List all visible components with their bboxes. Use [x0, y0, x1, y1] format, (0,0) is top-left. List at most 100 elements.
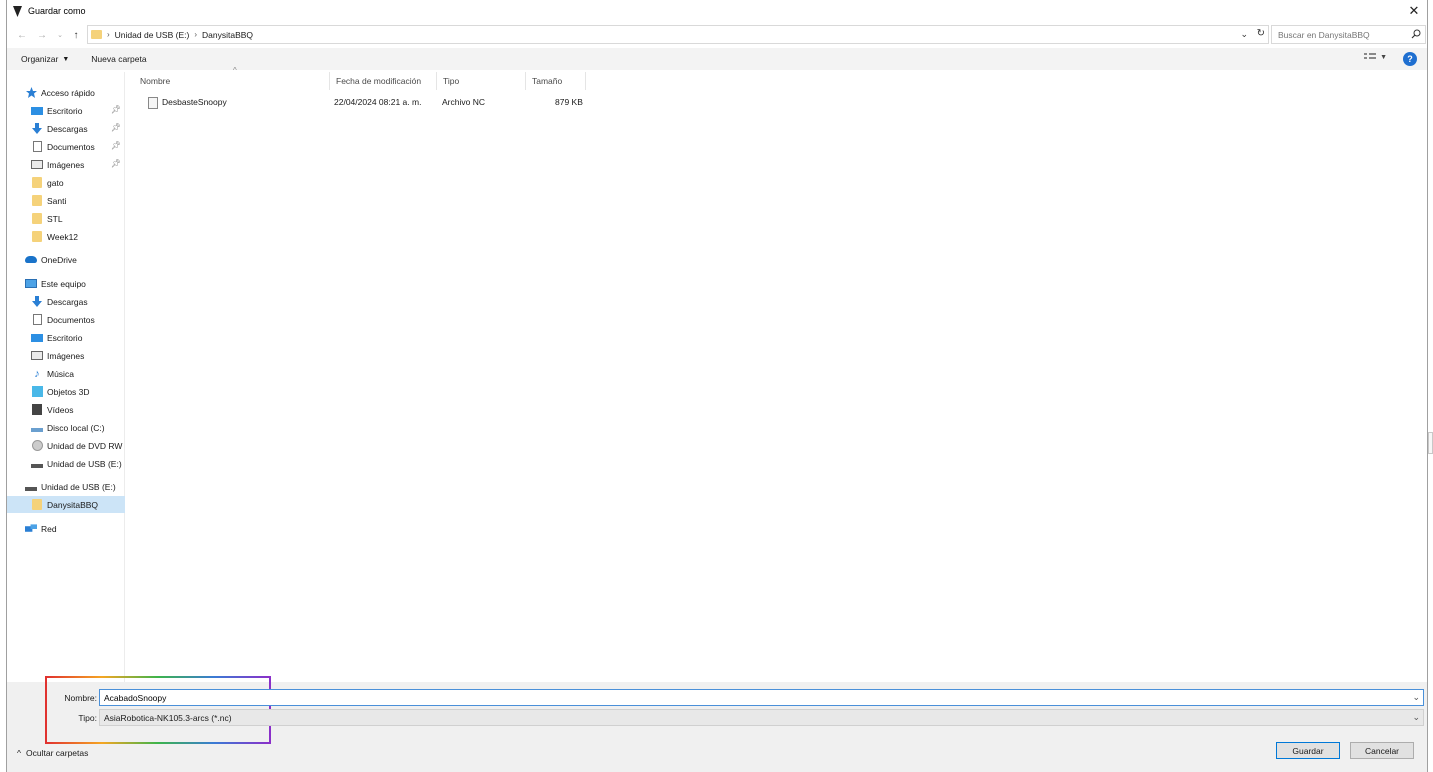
nav-quick-access[interactable]: Acceso rápido — [7, 84, 125, 101]
file-type-select[interactable]: AsiaRobotica-NK105.3-arcs (*.nc) ⌄ — [99, 709, 1424, 726]
organize-button[interactable]: Organizar ▼ — [7, 54, 69, 64]
nav-label: Unidad de DVD RW — [47, 440, 123, 451]
cancel-button[interactable]: Cancelar — [1350, 742, 1414, 759]
nav-usb-drive[interactable]: Unidad de USB (E:) — [7, 478, 125, 495]
chevron-down-icon[interactable]: ⌄ — [1412, 692, 1420, 703]
pictures-icon — [31, 159, 43, 170]
nav-label: Música — [47, 368, 74, 379]
nav-label: Documentos — [47, 141, 95, 152]
computer-icon — [25, 278, 37, 289]
folder-icon — [31, 177, 43, 188]
navigation-pane: Acceso rápido Escritorio 📌︎ Descargas 📌︎… — [7, 72, 125, 682]
window-edge — [1428, 0, 1433, 772]
address-dropdown-icon[interactable]: ⌄ — [1240, 29, 1248, 40]
column-header-size[interactable]: Tamaño — [526, 72, 586, 90]
nav-item-descargas[interactable]: Descargas 📌︎ — [7, 120, 125, 137]
pin-icon[interactable]: 📌︎ — [111, 123, 121, 132]
search-input[interactable] — [1278, 29, 1403, 40]
nav-item-week12[interactable]: Week12 — [7, 228, 125, 245]
nav-label: Escritorio — [47, 105, 83, 116]
nav-this-pc[interactable]: Este equipo — [7, 275, 125, 292]
chevron-down-icon[interactable]: ⌄ — [1412, 712, 1420, 723]
new-folder-button[interactable]: Nueva carpeta — [69, 54, 146, 64]
breadcrumb-folder[interactable]: DanysitaBBQ — [202, 30, 253, 40]
nav-item-pc-musica[interactable]: ♪ Música — [7, 365, 125, 382]
hide-folders-toggle[interactable]: ^ Ocultar carpetas — [17, 748, 88, 758]
folder-icon — [91, 30, 102, 39]
nav-label: Acceso rápido — [41, 87, 95, 98]
nav-item-danysitabbq[interactable]: DanysitaBBQ — [7, 496, 125, 513]
usb-drive-icon — [31, 458, 43, 469]
address-bar[interactable]: › Unidad de USB (E:) › DanysitaBBQ ⌄ ↻ — [87, 25, 1269, 44]
nav-item-documentos[interactable]: Documentos 📌︎ — [7, 138, 125, 155]
resize-handle[interactable] — [1428, 432, 1433, 454]
nav-label: Imágenes — [47, 159, 85, 170]
download-arrow-icon — [31, 296, 43, 307]
column-header-name[interactable]: Nombre — [134, 72, 330, 90]
column-header-date[interactable]: Fecha de modificación — [330, 72, 437, 90]
forward-arrow-icon[interactable]: → — [35, 27, 49, 43]
app-arrow-icon — [10, 4, 24, 18]
window-title: Guardar como — [28, 6, 86, 16]
nav-item-stl[interactable]: STL — [7, 210, 125, 227]
save-button[interactable]: Guardar — [1276, 742, 1340, 759]
recent-chevron-icon[interactable]: ⌄ — [53, 27, 67, 43]
nav-network[interactable]: Red — [7, 520, 125, 537]
nav-label: Este equipo — [41, 278, 86, 289]
nav-item-pc-usb[interactable]: Unidad de USB (E:) — [7, 455, 125, 472]
nav-label: Red — [41, 523, 57, 534]
nav-onedrive[interactable]: OneDrive — [7, 251, 125, 268]
help-button[interactable]: ? — [1403, 52, 1417, 66]
nav-item-pc-videos[interactable]: Vídeos — [7, 401, 125, 418]
nav-label: Descargas — [47, 296, 88, 307]
type-label: Tipo: — [78, 713, 97, 723]
nav-item-escritorio[interactable]: Escritorio 📌︎ — [7, 102, 125, 119]
nav-label: Objetos 3D — [47, 386, 90, 397]
nav-item-pc-documentos[interactable]: Documentos — [7, 311, 125, 328]
file-type: Archivo NC — [442, 97, 485, 107]
nav-item-santi[interactable]: Santi — [7, 192, 125, 209]
usb-drive-icon — [25, 481, 37, 492]
nav-item-pc-escritorio[interactable]: Escritorio — [7, 329, 125, 346]
nav-label: OneDrive — [41, 254, 77, 265]
nav-item-pc-descargas[interactable]: Descargas — [7, 293, 125, 310]
title-bar: Guardar como ✕ — [7, 0, 1427, 22]
nav-item-pc-dvd[interactable]: Unidad de DVD RW — [7, 437, 125, 454]
organize-label: Organizar — [21, 54, 59, 64]
view-icon — [1364, 53, 1377, 59]
save-form-panel: Nombre: ⌄ Tipo: AsiaRobotica-NK105.3-arc… — [7, 676, 1427, 772]
pin-icon[interactable]: 📌︎ — [111, 105, 121, 114]
filename-field[interactable]: ⌄ — [99, 689, 1424, 706]
view-options-button[interactable]: ▼ — [1364, 53, 1387, 62]
file-row[interactable]: DesbasteSnoopy 22/04/2024 08:21 a. m. Ar… — [140, 93, 590, 111]
refresh-icon[interactable]: ↻ — [1257, 28, 1265, 39]
breadcrumb-usb[interactable]: Unidad de USB (E:) — [115, 30, 190, 40]
up-arrow-icon[interactable]: ↑ — [69, 27, 83, 43]
nav-item-pc-objetos3d[interactable]: Objetos 3D — [7, 383, 125, 400]
nav-label: Documentos — [47, 314, 95, 325]
column-header-type[interactable]: Tipo — [437, 72, 526, 90]
pin-icon[interactable]: 📌︎ — [111, 141, 121, 150]
nav-label: STL — [47, 213, 63, 224]
hide-folders-label: Ocultar carpetas — [26, 748, 89, 758]
close-button[interactable]: ✕ — [1405, 2, 1423, 20]
nav-item-imagenes[interactable]: Imágenes 📌︎ — [7, 156, 125, 173]
nav-label: Week12 — [47, 231, 79, 242]
nav-item-pc-imagenes[interactable]: Imágenes — [7, 347, 125, 364]
filename-input[interactable] — [104, 692, 1394, 703]
desktop-icon — [31, 105, 43, 116]
nav-item-pc-disco-c[interactable]: Disco local (C:) — [7, 419, 125, 436]
breadcrumb-separator: › — [194, 30, 197, 39]
back-arrow-icon[interactable]: ← — [15, 27, 29, 43]
desktop-icon — [31, 332, 43, 343]
file-date: 22/04/2024 08:21 a. m. — [334, 97, 422, 107]
disc-icon — [31, 440, 43, 451]
star-icon — [25, 87, 37, 98]
music-note-icon: ♪ — [34, 367, 40, 380]
nav-item-gato[interactable]: gato — [7, 174, 125, 191]
search-icon[interactable] — [1411, 29, 1421, 41]
film-icon — [31, 404, 43, 415]
nav-label: DanysitaBBQ — [47, 499, 99, 510]
pin-icon[interactable]: 📌︎ — [111, 159, 121, 168]
search-box[interactable] — [1271, 25, 1426, 44]
